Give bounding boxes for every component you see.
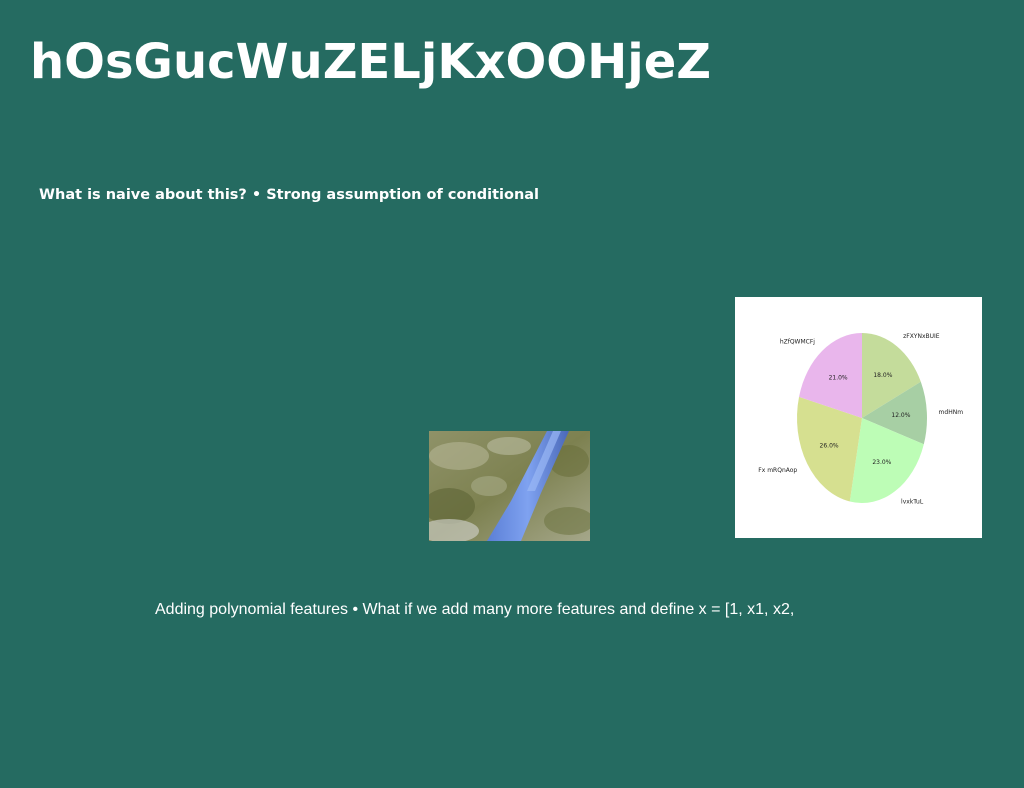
photo-illustration — [429, 431, 590, 541]
pie-chart-svg: 18.0% zFXYNxBUIE 12.0% mdHNm 23.0% lvxkTuL 26.… — [758, 333, 964, 505]
pie-slice-percent: 26.0% — [820, 442, 839, 449]
pie-slice-percent: 21.0% — [829, 375, 848, 382]
pie-slice-percent: 18.0% — [873, 372, 892, 379]
pie-slice-label: lvxkTuL — [901, 498, 924, 505]
pie-slice-percent: 12.0% — [891, 412, 910, 419]
slide-title: hOsGucWuZELjKxOOHjeZ — [30, 34, 712, 90]
slide-subtitle: What is naive about this? • Strong assum… — [39, 187, 540, 203]
pie-slice-label: hZfQWMCFj — [780, 338, 815, 345]
slide-body-text: Adding polynomial features • What if we … — [155, 601, 795, 618]
pie-slice-label: Fx mRQnAop — [758, 467, 797, 474]
pie-slice-label: mdHNm — [939, 409, 964, 416]
pie-chart: 18.0% zFXYNxBUIE 12.0% mdHNm 23.0% lvxkTuL 26.… — [735, 297, 982, 538]
pie-slice-label: zFXYNxBUIE — [903, 333, 940, 340]
photo-image — [429, 431, 590, 541]
pie-slice-percent: 23.0% — [872, 459, 891, 466]
